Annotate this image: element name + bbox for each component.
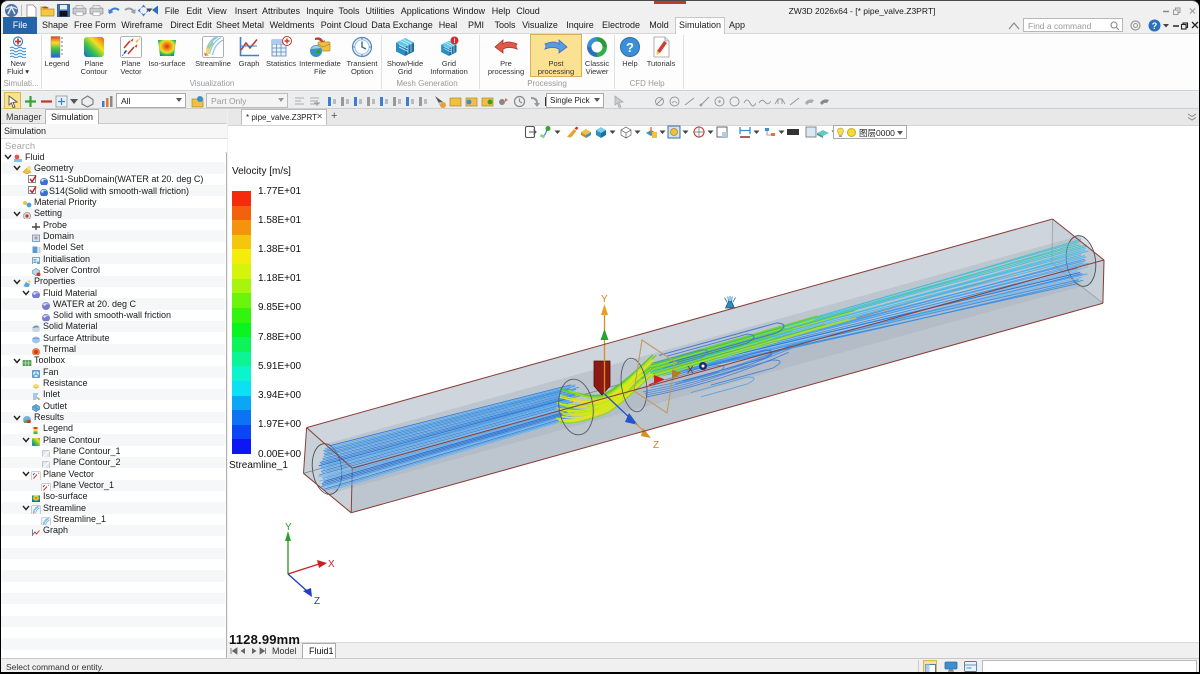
svg-text:Z: Z bbox=[653, 440, 659, 451]
svg-text:?: ? bbox=[1152, 21, 1158, 31]
svg-text:X: X bbox=[328, 559, 335, 570]
svg-text:?: ? bbox=[626, 40, 634, 55]
svg-text:Y: Y bbox=[285, 522, 292, 533]
svg-text:!: ! bbox=[453, 38, 455, 45]
svg-text:Y: Y bbox=[601, 294, 608, 305]
svg-text:Z: Z bbox=[314, 596, 320, 606]
